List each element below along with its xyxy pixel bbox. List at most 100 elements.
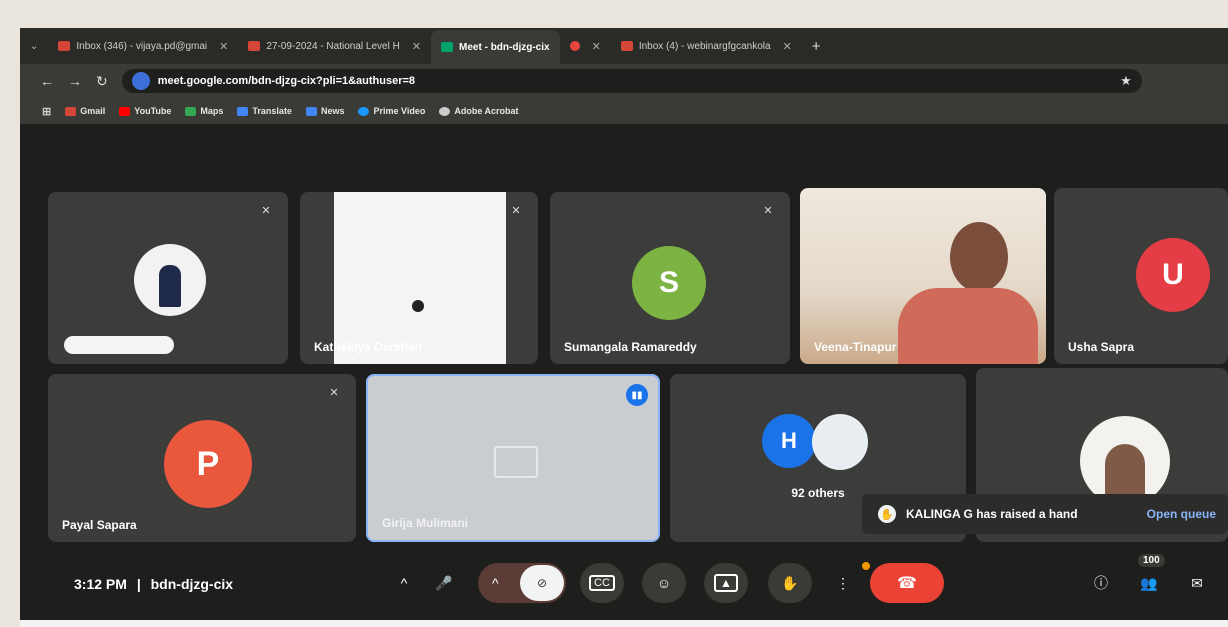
- participant-tile-usha[interactable]: U Usha Sapra: [1054, 188, 1228, 364]
- participant-tile-kathakiya[interactable]: ✕ Kathakiya Darshan: [300, 192, 538, 364]
- participant-name: Sumangala Ramareddy: [564, 340, 697, 354]
- audio-options-chevron-icon[interactable]: ^: [392, 563, 416, 603]
- avatar-photo: [1080, 416, 1170, 506]
- notification-text: KALINGA G has raised a hand: [906, 507, 1078, 521]
- meet-toolbar: 3:12 PM | bdn-djzg-cix ^ 🎤 ^ ⊘ CC ☺ ▲ ✋ …: [20, 554, 1228, 620]
- avatar: [134, 244, 206, 316]
- video-options-chevron-icon[interactable]: ^: [492, 575, 499, 591]
- maps-icon: [185, 106, 197, 116]
- new-tab-icon[interactable]: +: [802, 38, 831, 55]
- open-queue-link[interactable]: Open queue: [1147, 507, 1216, 521]
- chat-button[interactable]: ✉: [1182, 563, 1212, 603]
- meeting-details-button[interactable]: ⓘ: [1086, 563, 1116, 603]
- youtube-icon: [119, 106, 131, 116]
- avatar: S: [632, 246, 706, 320]
- tab-search-icon[interactable]: ⌄: [20, 41, 48, 52]
- mic-off-icon: ✕: [511, 204, 521, 217]
- mic-off-icon: ✕: [261, 204, 271, 217]
- bookmark-news[interactable]: News: [305, 106, 344, 116]
- reload-icon[interactable]: ↻: [96, 73, 108, 90]
- os-taskbar: [20, 620, 1228, 627]
- address-bar[interactable]: meet.google.com/bdn-djzg-cix?pli=1&authu…: [121, 69, 1142, 93]
- browser-window: ⌄ Inbox (346) - vijaya.pd@gmai ✕ 27-09-2…: [20, 28, 1228, 620]
- leave-call-button[interactable]: ☎: [870, 563, 944, 603]
- end-call-icon: ☎: [897, 575, 917, 592]
- captions-icon: CC: [589, 575, 615, 591]
- tab-strip: ⌄ Inbox (346) - vijaya.pd@gmai ✕ 27-09-2…: [20, 28, 1228, 64]
- bookmarks-bar: ⊞ Gmail YouTube Maps Translate News Prim…: [20, 98, 1228, 124]
- mic-off-icon: ✕: [329, 386, 339, 399]
- tab-gmail-inbox[interactable]: Inbox (346) - vijaya.pd@gmai ✕: [48, 31, 238, 61]
- participant-tile-payal[interactable]: ✕ P Payal Sapara: [48, 374, 356, 542]
- prime-video-icon: [358, 106, 370, 116]
- camera-off-button[interactable]: ⊘: [520, 565, 564, 601]
- gmail-icon: [248, 41, 261, 51]
- avatar: U: [1136, 238, 1210, 312]
- participant-name: Kathakiya Darshan: [314, 340, 423, 354]
- people-button[interactable]: 👥: [1134, 563, 1164, 603]
- participant-tile-1[interactable]: ✕: [48, 192, 288, 364]
- tab-recording[interactable]: ✕: [560, 31, 611, 61]
- tab-national-level[interactable]: 27-09-2024 - National Level H ✕: [238, 31, 431, 61]
- bookmark-maps[interactable]: Maps: [185, 106, 223, 116]
- avatar-person-photo: [1105, 444, 1145, 500]
- meet-icon: [441, 42, 454, 52]
- emoji-reaction-button[interactable]: ☺: [642, 563, 686, 603]
- meeting-time: 3:12 PM: [74, 576, 127, 592]
- avatar-photo: [812, 414, 868, 470]
- close-icon[interactable]: ✕: [412, 40, 421, 53]
- record-icon: [569, 41, 580, 51]
- participant-count-badge: 100: [1138, 554, 1165, 567]
- bookmark-youtube[interactable]: YouTube: [119, 106, 171, 116]
- forward-icon[interactable]: →: [68, 73, 82, 89]
- tab-webinar-inbox[interactable]: Inbox (4) - webinargfgcankola ✕: [611, 31, 802, 61]
- apps-icon[interactable]: ⊞: [42, 105, 51, 118]
- participant-name: Usha Sapra: [1068, 340, 1135, 354]
- hand-icon: ✋: [781, 574, 799, 591]
- raise-hand-button[interactable]: ✋: [768, 563, 812, 603]
- present-icon: ▲: [714, 574, 738, 592]
- people-icon: 👥: [1140, 574, 1158, 591]
- tab-meet[interactable]: Meet - bdn-djzg-cix: [431, 30, 560, 64]
- participant-tile-sumangala[interactable]: ✕ S Sumangala Ramareddy: [550, 192, 790, 364]
- participant-tile-veena[interactable]: Veena-Tinapur: [800, 188, 1046, 364]
- close-icon[interactable]: ✕: [592, 40, 601, 53]
- gmail-icon: [58, 41, 71, 51]
- gmail-icon: [65, 106, 77, 116]
- meeting-code: bdn-djzg-cix: [150, 576, 234, 592]
- camera-control-group[interactable]: ^ ⊘: [478, 563, 566, 603]
- participant-name: Girija Mulimani: [382, 516, 469, 530]
- participant-tile-girija[interactable]: ▮▮ Girija Mulimani: [366, 374, 660, 542]
- bookmark-prime-video[interactable]: Prime Video: [358, 106, 425, 116]
- captions-button[interactable]: CC: [580, 563, 624, 603]
- speaking-indicator-icon: ▮▮: [626, 384, 648, 406]
- mic-off-icon: ✕: [763, 204, 773, 217]
- bookmark-adobe-acrobat[interactable]: Adobe Acrobat: [439, 106, 519, 116]
- raised-hand-icon: ✋: [878, 505, 896, 523]
- close-icon[interactable]: ✕: [783, 40, 792, 53]
- notification-dot: [862, 562, 870, 570]
- bookmark-gmail[interactable]: Gmail: [65, 106, 105, 116]
- name-label-blank: [64, 336, 174, 354]
- video-person-head: [950, 222, 1008, 292]
- close-icon[interactable]: ✕: [219, 40, 228, 53]
- avatar: P: [164, 420, 252, 508]
- participant-name: Veena-Tinapur: [814, 340, 897, 354]
- microphone-button[interactable]: 🎤: [424, 563, 464, 603]
- bookmark-star-icon[interactable]: ★: [1120, 73, 1132, 89]
- bookmark-translate[interactable]: Translate: [237, 106, 292, 116]
- microphone-icon: 🎤: [435, 574, 453, 591]
- emoji-icon: ☺: [656, 575, 672, 591]
- more-options-button[interactable]: ⋮: [828, 563, 858, 603]
- video-subject-dot: [412, 300, 424, 312]
- avatar: H: [762, 414, 816, 468]
- site-info-icon[interactable]: [131, 72, 150, 90]
- address-row: ← → ↻ meet.google.com/bdn-djzg-cix?pli=1…: [20, 64, 1228, 98]
- present-screen-button[interactable]: ▲: [704, 563, 748, 603]
- url-text[interactable]: meet.google.com/bdn-djzg-cix?pli=1&authu…: [158, 75, 415, 87]
- chat-icon: ✉: [1191, 574, 1203, 591]
- back-icon[interactable]: ←: [40, 73, 54, 89]
- participant-name: Payal Sapara: [62, 518, 137, 532]
- video-person-body: [898, 288, 1038, 364]
- acrobat-icon: [439, 106, 451, 116]
